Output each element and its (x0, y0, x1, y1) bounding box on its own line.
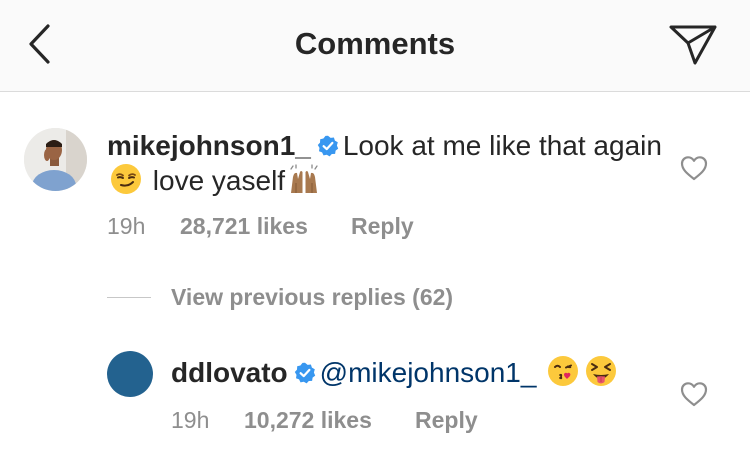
heart-icon[interactable] (680, 381, 708, 407)
reply-mention-link[interactable]: @mikejohnson1_ (320, 357, 537, 388)
comment-reply-button[interactable]: Reply (351, 213, 414, 240)
verified-badge-icon (317, 135, 339, 157)
profile-photo (24, 128, 87, 191)
face-blowing-kiss-emoji (548, 356, 579, 386)
header-bar: Comments (0, 0, 750, 92)
verified-badge-icon (294, 362, 315, 384)
view-previous-replies-button[interactable]: View previous replies (62) (171, 284, 453, 311)
replies-divider (107, 297, 151, 298)
comment-likes[interactable]: 28,721 likes (180, 213, 308, 240)
reply-reply-button[interactable]: Reply (415, 407, 478, 434)
page-title: Comments (294, 26, 456, 61)
reply-username[interactable]: ddlovato (171, 357, 288, 388)
reply-body: ddlovato @mikejohnson1_ (171, 355, 620, 390)
reply-likes[interactable]: 10,272 likes (244, 407, 372, 434)
heart-icon[interactable] (680, 155, 708, 181)
avatar[interactable] (24, 128, 87, 191)
paper-plane-icon[interactable] (668, 22, 718, 66)
reply-avatar[interactable] (107, 351, 153, 397)
smirking-face-emoji (111, 164, 141, 194)
comment-username[interactable]: mikejohnson1_ (107, 130, 311, 161)
reply-timestamp: 19h (171, 407, 210, 433)
raising-hands-emoji (290, 164, 318, 193)
comment-body: mikejohnson1_ Look at me like that again… (107, 128, 667, 198)
comment-text-part1: Look at me like that again (342, 130, 662, 161)
squinting-face-with-tongue-emoji (586, 356, 617, 386)
comment-timestamp: 19h (107, 213, 146, 239)
comment-text-part2: love yaself (152, 165, 286, 196)
